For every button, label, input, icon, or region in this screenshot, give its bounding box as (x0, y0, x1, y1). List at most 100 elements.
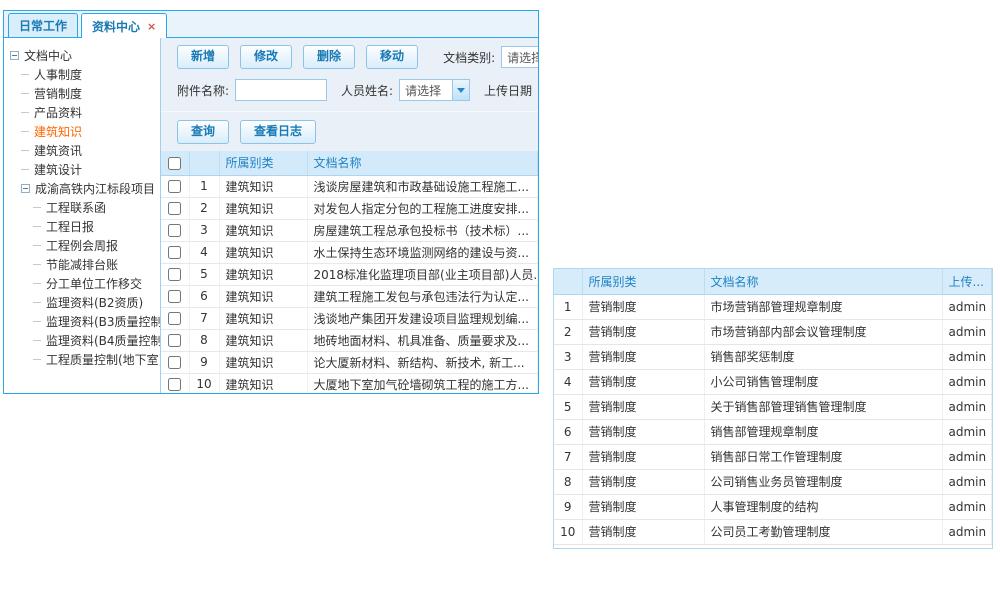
table-row[interactable]: 6建筑知识建筑工程施工发包与承包违法行为认定... (161, 285, 538, 307)
upload-date-label: 上传日期 (484, 82, 532, 99)
add-button[interactable]: 新增 (177, 45, 229, 68)
checkbox-cell (161, 219, 189, 241)
tree-leaf-icon (21, 131, 29, 132)
tree-leaf-icon (21, 74, 29, 75)
row-number: 2 (189, 197, 219, 219)
tree-item[interactable]: 工程日报 (4, 217, 160, 236)
checkbox-cell (161, 263, 189, 285)
tree-item-label: 营销制度 (34, 85, 82, 102)
table-row[interactable]: 5营销制度关于销售部管理销售管理制度admin (554, 394, 992, 419)
tree-item-label: 监理资料(B4质量控制) (46, 332, 161, 349)
documents-grid: 所属别类 文档名称 1建筑知识浅谈房屋建筑和市政基础设施工程施工...2建筑知识… (161, 151, 538, 394)
table-row[interactable]: 1建筑知识浅谈房屋建筑和市政基础设施工程施工... (161, 175, 538, 197)
tree-item[interactable]: 人事制度 (4, 65, 160, 84)
tree-item[interactable]: 工程质量控制(地下室) (4, 350, 160, 369)
row-checkbox[interactable] (168, 224, 181, 237)
row-checkbox[interactable] (168, 290, 181, 303)
view-log-button[interactable]: 查看日志 (240, 120, 316, 143)
tab-data-center[interactable]: 资料中心 × (81, 13, 167, 38)
person-name-label: 人员姓名: (341, 82, 393, 99)
row-checkbox[interactable] (168, 246, 181, 259)
table-row[interactable]: 6营销制度销售部管理规章制度admin (554, 419, 992, 444)
table-row[interactable]: 8建筑知识地砖地面材料、机具准备、质量要求及... (161, 329, 538, 351)
select-all-checkbox[interactable] (168, 157, 181, 170)
tree-item[interactable]: 成渝高铁内江标段项目 (4, 179, 160, 198)
row-uploader: admin (942, 294, 992, 319)
documents-table: 所属别类 文档名称 1建筑知识浅谈房屋建筑和市政基础设施工程施工...2建筑知识… (161, 151, 538, 394)
row-uploader: admin (942, 419, 992, 444)
table-row[interactable]: 10建筑知识大厦地下室加气砼墙砌筑工程的施工方... (161, 373, 538, 394)
edit-button[interactable]: 修改 (240, 45, 292, 68)
tab-close-icon[interactable]: × (147, 21, 156, 32)
row-checkbox[interactable] (168, 378, 181, 391)
row-checkbox[interactable] (168, 356, 181, 369)
table-row[interactable]: 2营销制度市场营销部内部会议管理制度admin (554, 319, 992, 344)
tree-item-label: 工程例会周报 (46, 237, 118, 254)
tree-leaf-icon (33, 321, 41, 322)
marketing-table: 所属别类 文档名称 上传... 1营销制度市场营销部管理规章制度admin2营销… (554, 269, 992, 545)
table-row[interactable]: 9营销制度人事管理制度的结构admin (554, 494, 992, 519)
row-name: 小公司销售管理制度 (704, 369, 942, 394)
chevron-down-icon[interactable] (452, 80, 469, 100)
row-number: 1 (554, 294, 582, 319)
row-category: 营销制度 (582, 344, 704, 369)
tree-leaf-icon (21, 150, 29, 151)
tree-item-label: 分工单位工作移交 (46, 275, 142, 292)
attachment-name-input[interactable] (235, 79, 327, 101)
tree-item-label: 文档中心 (24, 47, 72, 64)
tree-item-label: 产品资料 (34, 104, 82, 121)
row-checkbox[interactable] (168, 312, 181, 325)
collapse-icon[interactable] (10, 51, 19, 60)
checkbox-cell (161, 373, 189, 394)
tree-item-label: 成渝高铁内江标段项目 (35, 180, 155, 197)
tree-item[interactable]: 工程联系函 (4, 198, 160, 217)
tree-item[interactable]: 节能减排台账 (4, 255, 160, 274)
tree-leaf-icon (21, 112, 29, 113)
table-row[interactable]: 3建筑知识房屋建筑工程总承包投标书（技术标）... (161, 219, 538, 241)
tree-item[interactable]: 文档中心 (4, 46, 160, 65)
row-name: 市场营销部内部会议管理制度 (704, 319, 942, 344)
table-row[interactable]: 7建筑知识浅谈地产集团开发建设项目监理规划编... (161, 307, 538, 329)
tab-daily-work[interactable]: 日常工作 (8, 13, 78, 37)
tree-item[interactable]: 监理资料(B4质量控制) (4, 331, 160, 350)
delete-button[interactable]: 删除 (303, 45, 355, 68)
row-name: 人事管理制度的结构 (704, 494, 942, 519)
row-checkbox[interactable] (168, 268, 181, 281)
table-row[interactable]: 10营销制度公司员工考勤管理制度admin (554, 519, 992, 544)
tree-item[interactable]: 建筑资讯 (4, 141, 160, 160)
tree-item[interactable]: 营销制度 (4, 84, 160, 103)
tab-daily-work-label: 日常工作 (19, 17, 67, 34)
table-row[interactable]: 8营销制度公司销售业务员管理制度admin (554, 469, 992, 494)
row-checkbox[interactable] (168, 202, 181, 215)
row-checkbox[interactable] (168, 180, 181, 193)
row-category: 营销制度 (582, 419, 704, 444)
table-row[interactable]: 2建筑知识对发包人指定分包的工程施工进度安排... (161, 197, 538, 219)
documents-table-body: 1建筑知识浅谈房屋建筑和市政基础设施工程施工...2建筑知识对发包人指定分包的工… (161, 175, 538, 394)
tree-item[interactable]: 分工单位工作移交 (4, 274, 160, 293)
row-category: 建筑知识 (219, 373, 307, 394)
row-name: 公司销售业务员管理制度 (704, 469, 942, 494)
category-select-value: 请选择 (502, 49, 538, 66)
collapse-icon[interactable] (21, 184, 30, 193)
move-button[interactable]: 移动 (366, 45, 418, 68)
tree-item[interactable]: 建筑知识 (4, 122, 160, 141)
table-row[interactable]: 4营销制度小公司销售管理制度admin (554, 369, 992, 394)
query-button[interactable]: 查询 (177, 120, 229, 143)
tree-item[interactable]: 工程例会周报 (4, 236, 160, 255)
table-row[interactable]: 1营销制度市场营销部管理规章制度admin (554, 294, 992, 319)
table-row[interactable]: 4建筑知识水土保持生态环境监测网络的建设与资... (161, 241, 538, 263)
tree-item[interactable]: 监理资料(B3质量控制) (4, 312, 160, 331)
tree-item[interactable]: 建筑设计 (4, 160, 160, 179)
row-checkbox[interactable] (168, 334, 181, 347)
tree-item[interactable]: 产品资料 (4, 103, 160, 122)
table-row[interactable]: 7营销制度销售部日常工作管理制度admin (554, 444, 992, 469)
table-row[interactable]: 9建筑知识论大厦新材料、新结构、新技术, 新工... (161, 351, 538, 373)
person-select[interactable]: 请选择 (399, 79, 470, 101)
category-select[interactable]: 请选择 (501, 46, 538, 68)
tree-item[interactable]: 监理资料(B2资质) (4, 293, 160, 312)
row-category: 营销制度 (582, 294, 704, 319)
table-row[interactable]: 5建筑知识2018标准化监理项目部(业主项目部)人员... (161, 263, 538, 285)
tree-leaf-icon (33, 264, 41, 265)
table-row[interactable]: 3营销制度销售部奖惩制度admin (554, 344, 992, 369)
marketing-table-header-row: 所属别类 文档名称 上传... (554, 269, 992, 294)
